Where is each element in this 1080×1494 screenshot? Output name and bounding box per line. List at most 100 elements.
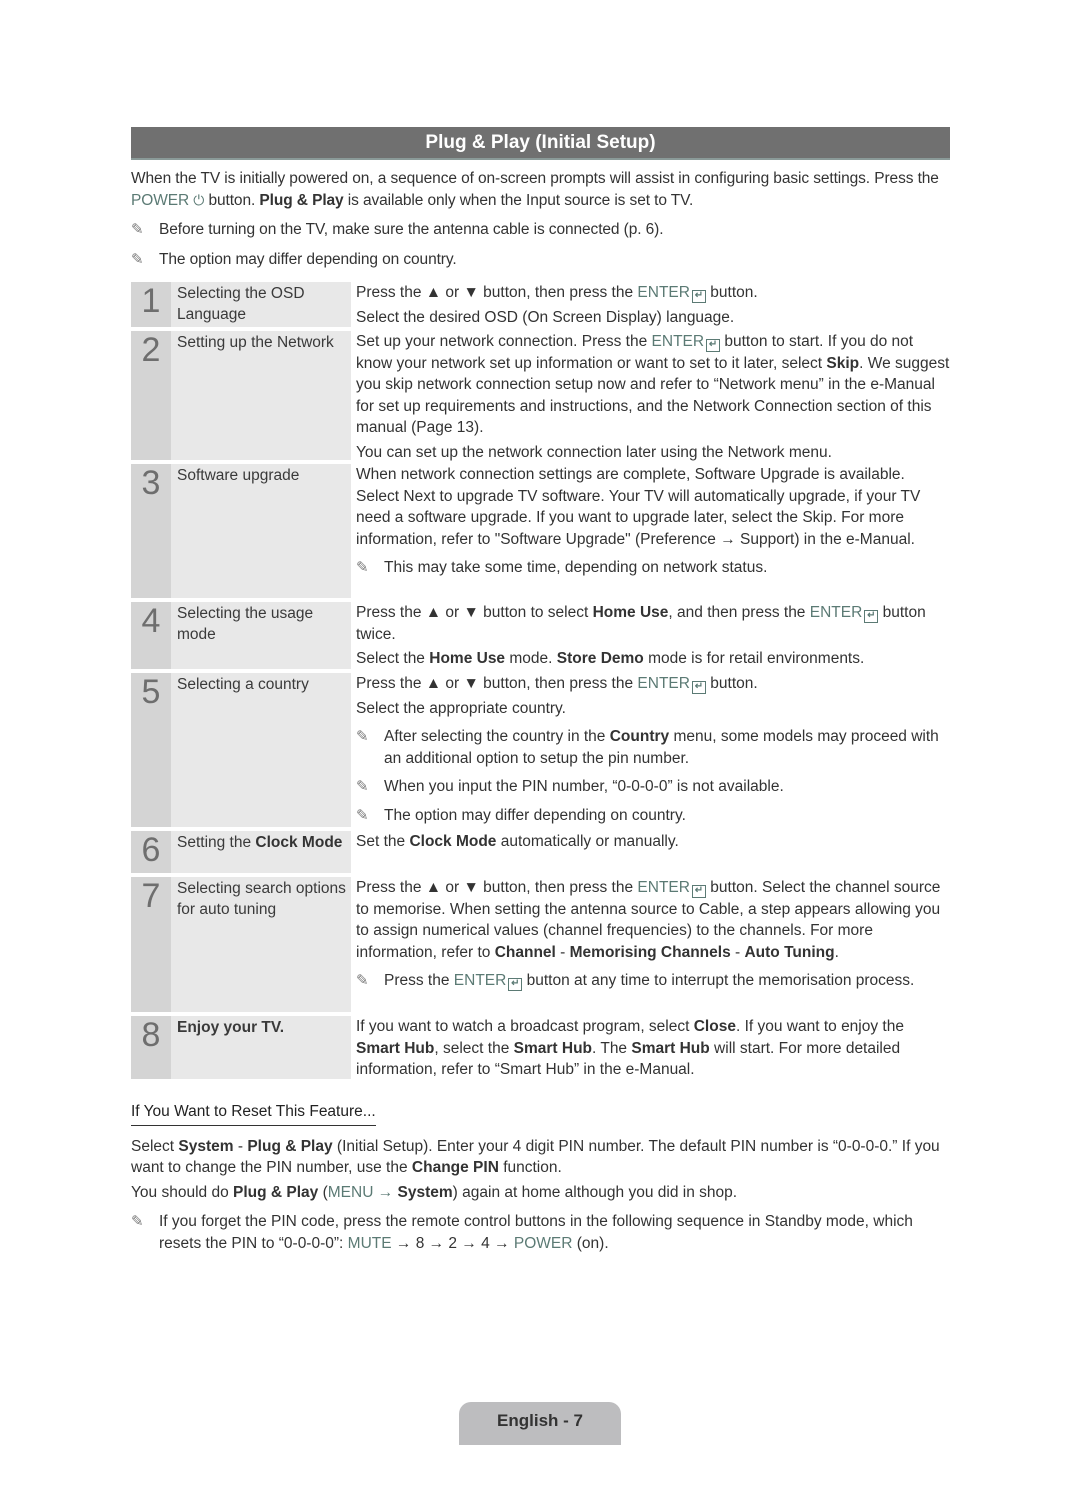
store-demo-keyword: Store Demo xyxy=(556,650,644,667)
reset-text: ) again at home although you did in shop… xyxy=(452,1183,738,1201)
note-text: → 8 → 2 → 4 → xyxy=(391,1234,514,1252)
step-row: 8 Enjoy your TV. If you want to watch a … xyxy=(131,1016,950,1079)
step-number: 5 xyxy=(131,673,171,827)
step-number: 8 xyxy=(131,1016,171,1079)
reset-text: Select xyxy=(131,1137,179,1155)
desc-text: Press the ▲ or ▼ button, then press the xyxy=(356,284,638,301)
intro-text: is available only when the Input source … xyxy=(343,191,694,209)
note: ✎ This may take some time, depending on … xyxy=(356,557,950,579)
note: ✎ Press the ENTER ↵ button at any time to… xyxy=(356,970,950,992)
desc-text: Press the ▲ or ▼ button to select xyxy=(356,604,593,621)
note-text: After selecting the country in the xyxy=(384,728,610,745)
step-label: Selecting a country xyxy=(171,673,351,827)
pencil-note-icon: ✎ xyxy=(356,972,369,989)
desc-text: mode is for retail environments. xyxy=(643,650,865,667)
steps-table: 1 Selecting the OSD Language Press the ▲… xyxy=(131,282,950,1079)
step-number: 4 xyxy=(131,602,171,669)
enter-keyword: ENTER xyxy=(809,604,863,621)
enter-keyword: ENTER xyxy=(637,675,690,692)
intro: When the TV is initially powered on, a s… xyxy=(131,168,950,270)
manual-page: Plug & Play (Initial Setup) When the TV … xyxy=(131,127,950,1254)
pencil-note-icon: ✎ xyxy=(131,221,144,238)
enter-icon: ↵ xyxy=(706,339,721,352)
power-keyword: POWER xyxy=(513,1234,573,1252)
note: ✎ The option may differ depending on cou… xyxy=(356,805,950,827)
step-number: 7 xyxy=(131,877,171,1012)
desc-text: automatically or manually. xyxy=(496,833,679,850)
desc-text: button. xyxy=(705,675,758,692)
note: ✎ After selecting the country in the Cou… xyxy=(356,726,950,769)
note-text: The option may differ depending on count… xyxy=(384,806,686,824)
reset-text: You should do xyxy=(131,1183,233,1201)
enter-keyword: ENTER xyxy=(651,333,705,350)
step-label: Software upgrade xyxy=(171,464,351,598)
mute-keyword: MUTE xyxy=(347,1234,392,1252)
step-number: 2 xyxy=(131,331,171,460)
note-text: Before turning on the TV, make sure the … xyxy=(159,221,664,238)
desc-text: - xyxy=(555,943,570,961)
memorising-channels-keyword: Memorising Channels xyxy=(569,943,731,961)
pencil-note-icon: ✎ xyxy=(356,806,369,824)
step-number: 6 xyxy=(131,831,171,873)
step-row: 5 Selecting a country Press the ▲ or ▼ b… xyxy=(131,673,950,827)
intro-text: button. xyxy=(204,191,260,209)
pencil-note-icon: ✎ xyxy=(131,1213,144,1230)
step-label: Selecting search options for auto tuning xyxy=(171,877,351,1012)
enter-icon: ↵ xyxy=(691,681,706,694)
desc-text: button. xyxy=(705,284,758,301)
reset-text: ( xyxy=(318,1183,328,1201)
step-label: Selecting the usage mode xyxy=(171,602,351,669)
section-title: Plug & Play (Initial Setup) xyxy=(131,127,950,160)
step-description: If you want to watch a broadcast program… xyxy=(351,1016,950,1079)
desc-text: Select the appropriate country. xyxy=(356,699,566,717)
step-row: 2 Setting up the Network Set up your net… xyxy=(131,331,950,461)
desc-text: Press the ▲ or ▼ button, then press the xyxy=(356,675,638,692)
power-icon: ⏻ xyxy=(193,191,205,208)
enter-icon: ↵ xyxy=(691,290,706,303)
change-pin-keyword: Change PIN xyxy=(411,1159,499,1176)
step-label: Selecting the OSD Language xyxy=(171,282,351,327)
step-row: 6 Setting the Clock Mode Set the Clock M… xyxy=(131,831,950,873)
intro-line1: When the TV is initially powered on, a s… xyxy=(131,170,871,187)
desc-text: . The xyxy=(592,1039,632,1057)
step-description: Set up your network connection. Press th… xyxy=(351,331,950,461)
desc-text: Press the ▲ or ▼ button, then press the xyxy=(356,879,638,896)
desc-text: . xyxy=(834,943,839,961)
step-description: Press the ▲ or ▼ button, then press the … xyxy=(351,282,950,327)
step-number: 1 xyxy=(131,282,171,327)
note: ✎ When you input the PIN number, “0-0-0-… xyxy=(356,776,950,798)
desc-text: You can set up the network connection la… xyxy=(356,443,832,461)
reset-text: - xyxy=(233,1137,248,1155)
country-keyword: Country xyxy=(609,728,670,745)
step-row: 7 Selecting search options for auto tuni… xyxy=(131,877,950,1012)
system-keyword: System xyxy=(397,1183,453,1201)
intro-text: Press the xyxy=(874,170,939,187)
intro-paragraph: When the TV is initially powered on, a s… xyxy=(131,168,950,211)
note: ✎ The option may differ depending on cou… xyxy=(131,249,950,271)
pencil-note-icon: ✎ xyxy=(356,559,369,576)
step-number: 3 xyxy=(131,464,171,598)
desc-text: Set up your network connection. Press th… xyxy=(356,333,652,350)
enter-icon: ↵ xyxy=(691,885,706,898)
clock-mode-keyword: Clock Mode xyxy=(255,834,343,851)
reset-section: If You Want to Reset This Feature... Sel… xyxy=(131,1101,950,1254)
skip-keyword: Skip xyxy=(826,354,860,372)
note-text: button at any time to interrupt the memo… xyxy=(522,972,915,989)
enter-keyword: ENTER xyxy=(453,972,507,989)
desc-text: When network connection settings are com… xyxy=(356,466,921,548)
note-text: The option may differ depending on count… xyxy=(159,250,457,268)
auto-tuning-keyword: Auto Tuning xyxy=(744,943,835,961)
step-row: 1 Selecting the OSD Language Press the ▲… xyxy=(131,282,950,327)
desc-text: Select the xyxy=(356,650,430,667)
step-label: Setting the Clock Mode xyxy=(171,831,351,873)
step-row: 3 Software upgrade When network connecti… xyxy=(131,464,950,598)
step-label: Setting up the Network xyxy=(171,331,351,460)
note: ✎ Before turning on the TV, make sure th… xyxy=(131,219,950,241)
note: ✎ If you forget the PIN code, press the … xyxy=(131,1211,950,1254)
smart-hub-keyword: Smart Hub xyxy=(631,1039,710,1057)
desc-text: Set the xyxy=(356,833,410,850)
channel-keyword: Channel xyxy=(494,943,556,961)
pencil-note-icon: ✎ xyxy=(356,778,369,795)
reset-text: function. xyxy=(498,1159,562,1176)
system-keyword: System xyxy=(178,1137,234,1155)
